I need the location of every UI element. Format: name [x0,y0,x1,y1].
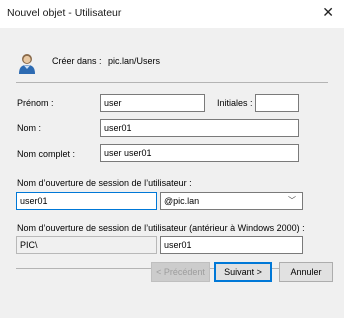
window-title: Nouvel objet - Utilisateur [7,7,122,19]
close-icon[interactable]: ✕ [322,4,334,20]
domain-suffix-value: @pic.lan [164,196,200,206]
last-name-field[interactable]: user01 [100,119,299,137]
user-icon [19,54,35,74]
legacy-logon-label: Nom d’ouverture de session de l’utilisat… [17,223,305,233]
legacy-logon-field[interactable]: user01 [160,236,303,254]
full-name-label: Nom complet : [17,149,76,159]
initials-label: Initiales : [217,98,253,108]
logon-name-label: Nom d’ouverture de session de l’utilisat… [17,178,192,188]
full-name-field[interactable]: user user01 [100,144,299,162]
domain-suffix-select[interactable]: @pic.lan ﹀ [160,192,303,210]
first-name-label: Prénom : [17,98,54,108]
last-name-label: Nom : [17,123,42,133]
next-button[interactable]: Suivant > [214,262,272,282]
previous-button[interactable]: < Précédent [151,262,210,282]
chevron-down-icon: ﹀ [288,196,296,205]
dialog-body: Créer dans : pic.lan/Users Prénom : user… [0,28,344,318]
cancel-button[interactable]: Annuler [279,262,333,282]
logon-name-field[interactable]: user01 [16,192,157,210]
create-in-label: Créer dans : [52,56,102,66]
create-in-path: pic.lan/Users [108,56,161,66]
first-name-field[interactable]: user [100,94,205,112]
initials-field[interactable] [255,94,299,112]
title-bar: Nouvel objet - Utilisateur ✕ [0,0,344,28]
separator [16,82,328,83]
legacy-domain-field: PIC\ [16,236,157,254]
